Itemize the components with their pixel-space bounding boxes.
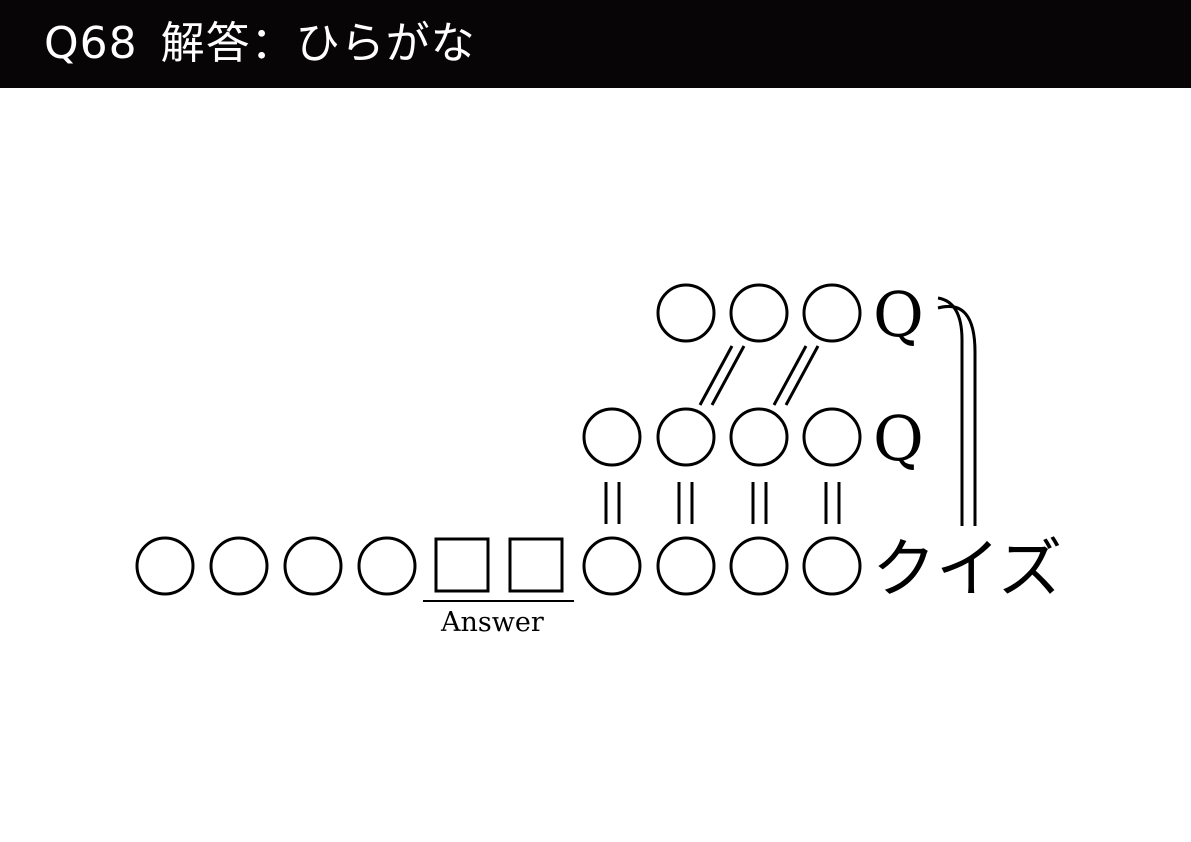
puzzle-diagram: Q Q クイズ Answer — [135, 278, 1062, 638]
middle-circle-2 — [656, 407, 716, 467]
bottom-circle-6 — [656, 536, 716, 596]
answer-label: Answer — [440, 607, 544, 638]
bottom-circle-2 — [209, 536, 269, 596]
middle-circle-4 — [802, 407, 862, 467]
answer-box-1 — [434, 537, 490, 593]
middle-circle-3 — [729, 407, 789, 467]
top-circle-3 — [802, 283, 862, 343]
bottom-circle-3 — [283, 536, 343, 596]
top-circle-1 — [656, 283, 716, 343]
bottom-circle-8 — [802, 536, 862, 596]
bottom-circle-7 — [729, 536, 789, 596]
top-row-q: Q — [873, 278, 924, 351]
vertical-equals-1 — [604, 482, 621, 524]
vertical-equals-3 — [751, 482, 768, 524]
top-circle-2 — [729, 283, 789, 343]
q-to-quiz-connector — [937, 296, 977, 526]
bottom-circle-1 — [135, 536, 195, 596]
answer-box-2 — [508, 537, 564, 593]
middle-circle-1 — [582, 407, 642, 467]
quiz-suffix: クイズ — [872, 533, 1062, 607]
vertical-equals-2 — [677, 482, 694, 524]
vertical-equals-4 — [824, 482, 841, 524]
bottom-circle-5 — [582, 536, 642, 596]
diagonal-equals-2 — [772, 345, 820, 406]
bottom-circle-4 — [357, 536, 417, 596]
diagonal-equals-1 — [698, 345, 746, 406]
middle-row-q: Q — [873, 402, 924, 475]
